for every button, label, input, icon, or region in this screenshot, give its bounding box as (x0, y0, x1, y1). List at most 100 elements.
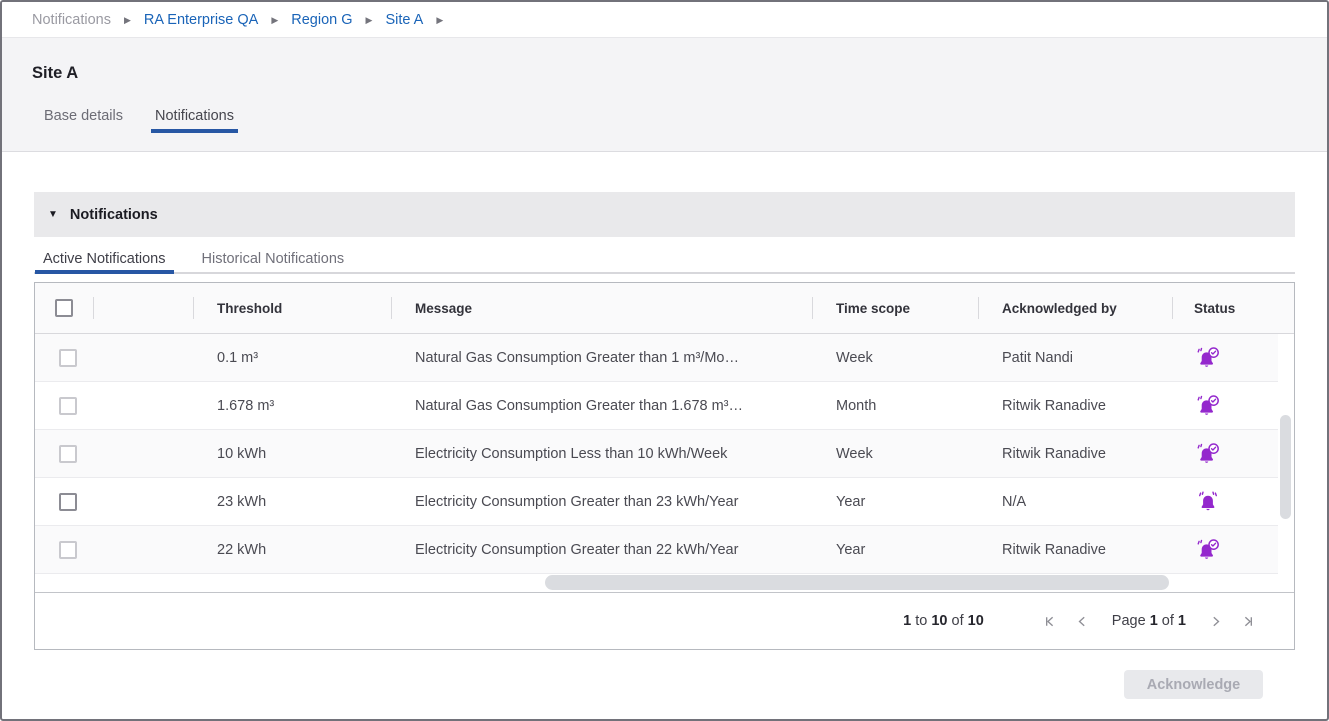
horizontal-scrollbar-thumb[interactable] (545, 575, 1169, 590)
section-title: Notifications (70, 207, 158, 223)
tab-base-details[interactable]: Base details (40, 100, 127, 133)
message-value: Electricity Consumption Greater than 23 … (391, 494, 812, 510)
row-select-cell (35, 397, 93, 415)
header-threshold: Threshold (193, 301, 391, 316)
chevron-right-icon: ▶ (271, 15, 278, 25)
acknowledged-by-value: Ritwik Ranadive (978, 542, 1172, 558)
pagination-bar: 1 to 10 of 10 (35, 592, 1294, 649)
last-page-icon (1239, 613, 1256, 630)
header-time-scope: Time scope (812, 301, 978, 316)
breadcrumb: Notifications ▶ RA Enterprise QA ▶ Regio… (2, 2, 1327, 38)
status-cell (1172, 347, 1278, 369)
first-page-button[interactable] (1040, 610, 1062, 632)
tab-notifications[interactable]: Notifications (151, 100, 238, 133)
message-value: Electricity Consumption Greater than 22 … (391, 542, 812, 558)
chevron-right-icon: ▶ (124, 15, 131, 25)
page-label: Page (1112, 613, 1146, 629)
acknowledged-by-value: Patit Nandi (978, 350, 1172, 366)
row-checkbox[interactable] (59, 541, 77, 559)
page-title: Site A (2, 38, 1327, 83)
table-body: 0.1 m³ Natural Gas Consumption Greater t… (35, 334, 1294, 574)
row-checkbox[interactable] (59, 445, 77, 463)
bell-acknowledged-icon (1196, 347, 1220, 369)
row-checkbox[interactable] (59, 349, 77, 367)
header-status: Status (1172, 301, 1278, 316)
chevron-left-icon (1074, 613, 1091, 630)
pagination-range: 1 to 10 of 10 (903, 613, 984, 629)
select-all-checkbox[interactable] (55, 299, 73, 317)
status-cell (1172, 491, 1278, 513)
table-row[interactable]: 0.1 m³ Natural Gas Consumption Greater t… (35, 334, 1278, 382)
table-row[interactable]: 22 kWh Electricity Consumption Greater t… (35, 526, 1278, 574)
chevron-right-icon (1207, 613, 1224, 630)
app-window: Notifications ▶ RA Enterprise QA ▶ Regio… (0, 0, 1329, 721)
header-select-cell (35, 299, 93, 317)
tab-active-notifications[interactable]: Active Notifications (35, 242, 174, 274)
row-select-cell (35, 349, 93, 367)
row-select-cell (35, 445, 93, 463)
status-cell (1172, 539, 1278, 561)
chevron-right-icon: ▶ (366, 15, 373, 25)
chevron-right-icon: ▶ (436, 15, 443, 25)
range-total: 10 (968, 613, 984, 629)
first-page-icon (1042, 613, 1059, 630)
bell-acknowledged-icon (1196, 443, 1220, 465)
time-scope-value: Year (812, 494, 978, 510)
pager-controls: Page 1 of 1 (1040, 610, 1258, 632)
message-value: Natural Gas Consumption Greater than 1.6… (391, 398, 812, 414)
notifications-section-header[interactable]: ▼ Notifications (34, 192, 1295, 237)
last-page-button[interactable] (1236, 610, 1258, 632)
bell-ringing-icon (1196, 491, 1220, 513)
acknowledged-by-value: Ritwik Ranadive (978, 398, 1172, 414)
notifications-table: Threshold Message Time scope Acknowledge… (34, 282, 1295, 650)
message-value: Natural Gas Consumption Greater than 1 m… (391, 350, 812, 366)
row-checkbox[interactable] (59, 493, 77, 511)
status-cell (1172, 443, 1278, 465)
threshold-value: 1.678 m³ (193, 398, 391, 414)
time-scope-value: Month (812, 398, 978, 414)
header-acknowledged-by: Acknowledged by (978, 301, 1172, 316)
acknowledged-by-value: Ritwik Ranadive (978, 446, 1172, 462)
notification-tabs: Active Notifications Historical Notifica… (34, 242, 1295, 274)
table-row[interactable]: 23 kWh Electricity Consumption Greater t… (35, 478, 1278, 526)
page-of-label: of (1162, 613, 1174, 629)
breadcrumb-ra-enterprise-qa[interactable]: RA Enterprise QA (144, 12, 258, 28)
table-row[interactable]: 10 kWh Electricity Consumption Less than… (35, 430, 1278, 478)
status-cell (1172, 395, 1278, 417)
row-select-cell (35, 541, 93, 559)
time-scope-value: Year (812, 542, 978, 558)
header-message: Message (391, 301, 812, 316)
time-scope-value: Week (812, 350, 978, 366)
threshold-value: 23 kWh (193, 494, 391, 510)
vertical-scrollbar-thumb[interactable] (1280, 415, 1291, 519)
table-scroll-area: Threshold Message Time scope Acknowledge… (35, 283, 1294, 592)
page-header: Site A Base details Notifications (2, 38, 1327, 152)
tab-historical-notifications[interactable]: Historical Notifications (194, 242, 353, 274)
page-indicator: Page 1 of 1 (1104, 613, 1194, 629)
breadcrumb-site-a[interactable]: Site A (385, 12, 423, 28)
range-to-label: to (915, 613, 927, 629)
row-checkbox[interactable] (59, 397, 77, 415)
bell-acknowledged-icon (1196, 395, 1220, 417)
range-end: 10 (931, 613, 947, 629)
threshold-value: 10 kWh (193, 446, 391, 462)
next-page-button[interactable] (1204, 610, 1226, 632)
page-current: 1 (1150, 613, 1158, 629)
breadcrumb-notifications: Notifications (32, 12, 111, 28)
table-row[interactable]: 1.678 m³ Natural Gas Consumption Greater… (35, 382, 1278, 430)
message-value: Electricity Consumption Less than 10 kWh… (391, 446, 812, 462)
action-footer: Acknowledge (34, 650, 1295, 699)
page-total: 1 (1178, 613, 1186, 629)
previous-page-button[interactable] (1072, 610, 1094, 632)
acknowledge-button[interactable]: Acknowledge (1124, 670, 1263, 699)
time-scope-value: Week (812, 446, 978, 462)
content-area: ▼ Notifications Active Notifications His… (2, 152, 1327, 699)
threshold-value: 22 kWh (193, 542, 391, 558)
range-of-label: of (952, 613, 964, 629)
bell-acknowledged-icon (1196, 539, 1220, 561)
collapse-caret-icon: ▼ (48, 209, 58, 220)
row-select-cell (35, 493, 93, 511)
threshold-value: 0.1 m³ (193, 350, 391, 366)
acknowledged-by-value: N/A (978, 494, 1172, 510)
breadcrumb-region-g[interactable]: Region G (291, 12, 352, 28)
